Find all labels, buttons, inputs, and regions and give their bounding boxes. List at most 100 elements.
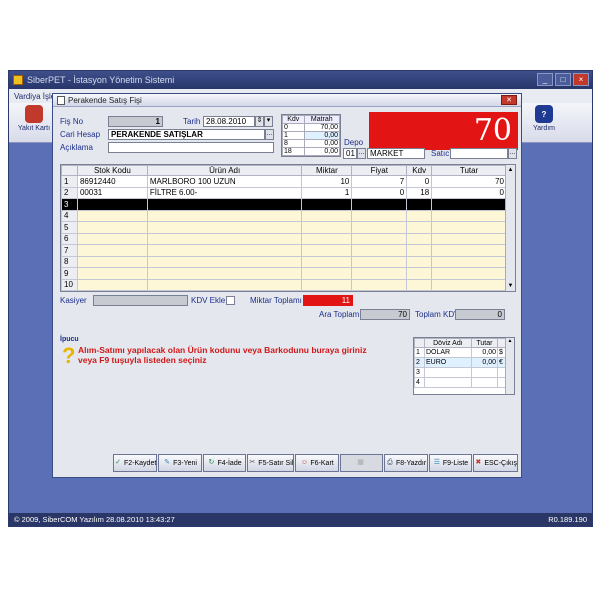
stok-kodu-cell[interactable] (76, 232, 148, 245)
urun-adi-header[interactable]: Ürün Adı (146, 165, 303, 176)
stok-kodu-header[interactable]: Stok Kodu (76, 165, 148, 176)
fiyat-cell[interactable] (351, 198, 408, 211)
kdv-cell[interactable] (406, 244, 433, 257)
currency-row[interactable]: 3 (414, 367, 506, 378)
row-number[interactable]: 2 (61, 186, 78, 199)
dialog-close-button[interactable]: ✕ (501, 95, 517, 105)
tutar-header[interactable]: Tutar (431, 165, 507, 176)
urun-adi-cell[interactable]: MARLBORO 100 UZUN (146, 175, 303, 188)
f3-yeni-button[interactable]: ✎ F3-Yeni (158, 454, 202, 472)
miktar-cell[interactable] (301, 278, 353, 291)
kdv-cell[interactable] (406, 232, 433, 245)
stok-kodu-cell[interactable]: 86912440 (76, 175, 148, 188)
table-row[interactable]: 6 (61, 232, 507, 245)
stok-kodu-cell[interactable] (76, 244, 148, 257)
tutar-cell[interactable] (431, 209, 507, 222)
tutar-cell[interactable] (431, 244, 507, 257)
kdv-col-header[interactable]: Kdv (406, 165, 433, 176)
urun-adi-cell[interactable] (146, 255, 303, 268)
f8-yazd-r-button[interactable]: ⎙ F8-Yazdır (384, 454, 428, 472)
fiyat-cell[interactable]: 0 (351, 186, 408, 199)
currency-amount[interactable]: 0,00 (470, 347, 499, 358)
tutar-cell[interactable] (431, 232, 507, 245)
row-number[interactable]: 5 (61, 221, 78, 234)
fiyat-cell[interactable] (351, 278, 408, 291)
urun-adi-cell[interactable] (146, 232, 303, 245)
fiyat-header[interactable]: Fiyat (351, 165, 408, 176)
urun-adi-cell[interactable] (146, 221, 303, 234)
kdv-cell[interactable] (406, 278, 433, 291)
urun-adi-cell[interactable] (146, 278, 303, 291)
aciklama-field[interactable] (108, 142, 274, 153)
cari-lookup-button[interactable]: … (265, 129, 274, 140)
table-row[interactable]: 1 86912440 MARLBORO 100 UZUN 10 7 0 70 (61, 175, 507, 188)
miktar-cell[interactable] (301, 255, 353, 268)
tutar-cell[interactable] (431, 278, 507, 291)
fiyat-cell[interactable] (351, 255, 408, 268)
fiyat-cell[interactable] (351, 244, 408, 257)
stok-kodu-cell[interactable] (76, 278, 148, 291)
stok-kodu-cell[interactable] (76, 198, 148, 211)
tutar-cell[interactable] (431, 198, 507, 211)
items-grid[interactable]: Stok Kodu Ürün Adı Miktar Fiyat Kdv Tuta… (60, 164, 516, 292)
currency-name[interactable]: DOLAR (424, 347, 472, 358)
urun-adi-cell[interactable] (146, 209, 303, 222)
table-row[interactable]: 10 (61, 278, 507, 291)
currency-row[interactable]: 4 (414, 377, 506, 388)
f4-i-ade-button[interactable]: ↻ F4-İade (202, 454, 247, 472)
table-row[interactable]: 9 (61, 267, 507, 280)
miktar-cell[interactable] (301, 198, 353, 211)
currency-amount[interactable]: 0,00 (470, 357, 499, 368)
row-number[interactable]: 4 (61, 209, 78, 222)
kdv-cell[interactable] (406, 221, 433, 234)
depo-lookup-button[interactable]: … (357, 148, 366, 159)
row-number[interactable]: 9 (61, 267, 78, 280)
row-number[interactable]: 7 (61, 244, 78, 257)
urun-adi-cell[interactable] (146, 244, 303, 257)
fiyat-cell[interactable] (351, 232, 408, 245)
f5-sat-r-sil-button[interactable]: ✂ F5-Satır Sil (247, 454, 295, 472)
table-row[interactable]: 8 (61, 255, 507, 268)
kdv-cell[interactable] (406, 255, 433, 268)
f2-kaydet-button[interactable]: ✓ F2-Kaydet (113, 454, 158, 472)
dialog-title-bar[interactable]: Perakende Satış Fişi (53, 94, 521, 107)
close-button[interactable]: × (573, 73, 589, 86)
fiyat-cell[interactable]: 7 (351, 175, 408, 188)
kdv-cell[interactable] (406, 198, 433, 211)
currency-row[interactable]: 2 EURO 0,00 € (414, 357, 506, 368)
fis-no-field[interactable]: 1 (108, 116, 163, 127)
stok-kodu-cell[interactable]: 00031 (76, 186, 148, 199)
table-row[interactable]: 5 (61, 221, 507, 234)
f9-liste-button[interactable]: ☰ F9-Liste (428, 454, 473, 472)
row-number[interactable]: 6 (61, 232, 78, 245)
table-row[interactable]: 2 00031 FİLTRE 6.00- 1 0 18 0 (61, 186, 507, 199)
currency-rownum[interactable]: 2 (414, 357, 425, 368)
date-dropdown-icon[interactable]: ▾ (264, 116, 273, 127)
scroll-down-icon[interactable]: ▼ (506, 281, 515, 291)
currency-row[interactable]: 1 DOLAR 0,00 $ (414, 347, 506, 358)
esc-k--button[interactable]: ✖ ESC-Çıkış (473, 454, 518, 472)
row-number[interactable]: 8 (61, 255, 78, 268)
toolbar-button[interactable]: Yakıt Kartı (13, 105, 55, 132)
satici-lookup-button[interactable]: … (508, 148, 517, 159)
minimize-button[interactable]: _ (537, 73, 553, 86)
currency-name[interactable]: EURO (424, 357, 472, 368)
f6-kart-button[interactable]: ☺ F6-Kart (295, 454, 339, 472)
tutar-cell[interactable] (431, 221, 507, 234)
currency-scrollbar[interactable]: ▲ (505, 338, 514, 394)
depo-code-field[interactable]: 01 (343, 148, 357, 159)
title-bar[interactable]: SiberPET - İstasyon Yönetim Sistemi _ □ … (9, 71, 592, 89)
currency-rownum[interactable]: 4 (414, 377, 425, 388)
currency-name[interactable] (424, 367, 472, 378)
toolbar-button[interactable]: ? Yardım (523, 105, 565, 132)
kasiyer-field[interactable] (93, 295, 188, 306)
currency-rownum[interactable]: 1 (414, 347, 425, 358)
f7-button[interactable]: ▦ (339, 454, 384, 472)
miktar-cell[interactable] (301, 221, 353, 234)
satici-field[interactable] (450, 148, 508, 159)
miktar-cell[interactable] (301, 267, 353, 280)
tutar-cell[interactable]: 0 (431, 186, 507, 199)
row-number[interactable]: 10 (61, 278, 78, 291)
kdv-cell[interactable] (406, 267, 433, 280)
kdv-ekle-checkbox[interactable] (226, 296, 235, 305)
